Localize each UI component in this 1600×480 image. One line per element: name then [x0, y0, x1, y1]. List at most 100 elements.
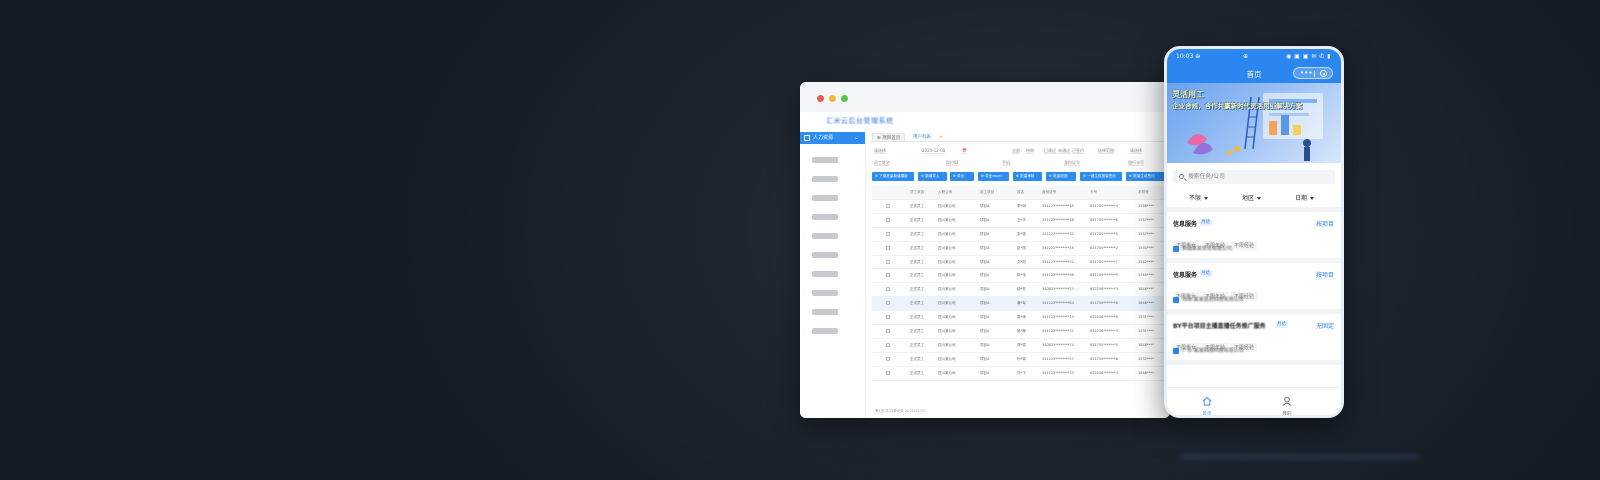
filter-field[interactable]: 2020-12-08: [922, 148, 946, 154]
row-checkbox[interactable]: [886, 273, 890, 278]
toolbar-button[interactable]: ⊕ 一键生成批量签约: [1080, 172, 1122, 181]
table-row[interactable]: 正式员工 四川某公司 项目A 李*明 341123********45 621700***…: [872, 200, 1170, 214]
close-miniprogram-icon[interactable]: [1320, 70, 1327, 77]
sidebar-item[interactable]: [812, 233, 838, 239]
table-cell: 1562****: [1138, 259, 1154, 264]
table-row[interactable]: 正式员工 四川某公司 项目A 刘*阳 341123********52 621700***…: [872, 256, 1170, 270]
sidebar-item[interactable]: [812, 214, 838, 220]
company-line: 新疆某某劳务有限公司: [1173, 245, 1232, 252]
filter-field[interactable]: 员工姓名: [874, 160, 890, 166]
job-type-link[interactable]: 无固定: [1316, 321, 1334, 330]
filter-field[interactable]: 用户ID: [946, 160, 959, 166]
toolbar-button[interactable]: ⊕ 导出: [950, 172, 974, 181]
tab-user-list[interactable]: 用户列表: [909, 133, 935, 142]
more-icon[interactable]: •••: [1300, 69, 1312, 78]
filter-field[interactable]: 请选择: [874, 148, 886, 154]
table-row[interactable]: 正式员工 四川某公司 项目A 黄*军 341123********64 621700***…: [872, 297, 1170, 312]
table-row[interactable]: 正式员工 四川某公司 项目A 郑*斌 340821********74 621700***…: [872, 339, 1170, 353]
row-checkbox[interactable]: [886, 370, 890, 375]
sidebar-item[interactable]: [812, 195, 838, 201]
sidebar-item[interactable]: [812, 176, 838, 182]
toolbar-button[interactable]: ⊕ 批量审核: [1013, 172, 1042, 181]
add-tab-button[interactable]: +: [935, 133, 947, 142]
sidebar-item[interactable]: [812, 328, 838, 334]
table-cell: 四川某公司: [938, 287, 956, 292]
table-cell: 陈*伟: [1017, 273, 1026, 278]
filter-field[interactable]: 已签约: [1072, 148, 1084, 154]
filter-field[interactable]: 银行卡号: [1128, 160, 1144, 166]
close-window-button[interactable]: [817, 95, 824, 102]
job-title: BY平台项目主播直播任务推广服务: [1173, 323, 1266, 330]
row-checkbox[interactable]: [886, 356, 890, 361]
job-type-link[interactable]: 按项目: [1316, 270, 1334, 279]
row-checkbox[interactable]: [886, 217, 890, 222]
table-row[interactable]: 正式员工 四川某公司 项目A 吴*静 341123********31 622208***…: [872, 325, 1170, 339]
row-checkbox[interactable]: [886, 329, 890, 334]
search-input[interactable]: 搜索任务/公司: [1173, 170, 1335, 184]
toolbar-button[interactable]: ⊕ 下载批量新增模板: [872, 172, 914, 181]
column-header: 入职公司: [938, 190, 953, 194]
table-cell: 341123********57: [1042, 356, 1074, 361]
table-row[interactable]: 正式员工 四川某公司 项目A 杨*芳 340821********23 622208***…: [872, 283, 1170, 298]
table-cell: 正式员工: [910, 217, 924, 222]
job-card[interactable]: BY平台项目主播直播任务推广服务 月结 无固定 不限男女 不限年龄 不限经验 广东·某某网络…: [1167, 314, 1341, 365]
table-cell: 正式员工: [910, 287, 924, 292]
table-row[interactable]: 正式员工 四川某公司 项目A 王*华 341123********78 621700***…: [872, 214, 1170, 228]
date-dropdown[interactable]: 日期: [1295, 193, 1315, 202]
toolbar-button[interactable]: ⊕ 批量生成签约: [1126, 172, 1166, 181]
sidebar-item-active[interactable]: 人力资源 ⌄: [800, 132, 865, 144]
job-type-link[interactable]: 按项目: [1316, 219, 1334, 228]
table-row[interactable]: 正式员工 四川某公司 项目A 孙*娟 341123********57 621700***…: [872, 353, 1170, 367]
row-checkbox[interactable]: [886, 204, 890, 208]
region-dropdown[interactable]: 地区: [1242, 193, 1262, 202]
sidebar-item[interactable]: [812, 309, 838, 315]
row-checkbox[interactable]: [886, 287, 890, 292]
sidebar-item[interactable]: [812, 157, 838, 163]
table-cell: 正式员工: [910, 204, 924, 208]
filter-field[interactable]: 已通过: [1044, 148, 1056, 154]
row-checkbox[interactable]: [886, 342, 890, 347]
tab-home[interactable]: ⊕ 项目首页: [872, 133, 906, 142]
filter-field[interactable]: 手机: [1002, 160, 1010, 166]
sidebar-item[interactable]: [812, 252, 838, 258]
promo-banner[interactable]: 灵活用工 企业合规，合作共赢新时代灵活用工解决方案: [1167, 83, 1341, 163]
row-checkbox[interactable]: [886, 301, 890, 306]
table-row[interactable]: 正式员工 四川某公司 项目A 赵*丽 342222********16 621700***…: [872, 242, 1170, 256]
filter-field[interactable]: 请选择: [1130, 148, 1142, 154]
filter-field[interactable]: 📅: [962, 148, 967, 154]
search-placeholder: 搜索任务/公司: [1188, 174, 1225, 180]
row-checkbox[interactable]: [886, 315, 890, 320]
filter-field[interactable]: 身份证号: [1064, 160, 1080, 166]
miniprogram-capsule: •••: [1293, 67, 1333, 79]
table-cell: 四川某公司: [938, 329, 956, 334]
row-checkbox[interactable]: [886, 245, 890, 250]
table-row[interactable]: 正式员工 四川某公司 项目A 张*强 341123********32 621700***…: [872, 228, 1170, 242]
background-glow: [1180, 455, 1420, 459]
gender-dropdown[interactable]: 不限: [1189, 193, 1209, 202]
table-row[interactable]: 正式员工 四川某公司 项目A 周*涛 341123********10 622208***…: [872, 311, 1170, 326]
sidebar-item[interactable]: [812, 290, 838, 296]
table-cell: 杨*芳: [1017, 287, 1026, 292]
toolbar-button[interactable]: ⊕ 新增导入: [918, 172, 947, 181]
minimize-window-button[interactable]: [829, 95, 836, 102]
filter-field[interactable]: 未通过: [1058, 148, 1070, 154]
sidebar-item[interactable]: [812, 271, 838, 277]
maximize-window-button[interactable]: [841, 95, 848, 102]
job-card[interactable]: 信息服务 月结 按项目 不限男女 不限年龄 不限经验 新疆某某劳务有限公司: [1167, 212, 1341, 263]
tab-profile[interactable]: 我的: [1267, 391, 1307, 415]
tab-home[interactable]: 首页: [1187, 391, 1227, 415]
toolbar-button[interactable]: ⊕ 导出excel: [978, 172, 1009, 181]
caret-down-icon: [1257, 197, 1262, 200]
table-cell: 项目A: [980, 315, 990, 320]
row-checkbox[interactable]: [886, 259, 890, 264]
row-checkbox[interactable]: [886, 231, 890, 236]
grid-icon: [804, 135, 810, 141]
job-card[interactable]: 信息服务 月结 按项目 不限男女 不限年龄 不限经验 河南·某某信息科技有限公司: [1167, 263, 1341, 314]
filter-field[interactable]: 选择范围: [1098, 148, 1114, 154]
table-row[interactable]: 正式员工 四川某公司 项目A 马*飞 341123********33 622208***…: [872, 367, 1170, 381]
toolbar-button[interactable]: ⊕ 批量驳回: [1046, 172, 1076, 181]
filter-field[interactable]: 全部: [1012, 148, 1020, 154]
job-list: 信息服务 月结 按项目 不限男女 不限年龄 不限经验 新疆某某劳务有限公司 信息服务 月结 按项目…: [1167, 212, 1341, 365]
table-row[interactable]: 正式员工 四川某公司 项目A 陈*伟 341123********98 621700***…: [872, 269, 1170, 284]
filter-field[interactable]: 待审: [1026, 148, 1034, 154]
